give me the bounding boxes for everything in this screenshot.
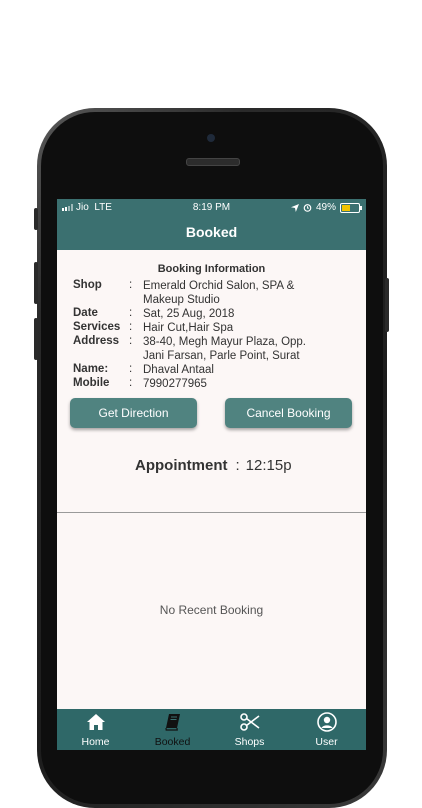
info-label: Name: [73, 363, 109, 375]
info-colon: : [129, 335, 133, 347]
tab-label: Home [81, 736, 110, 748]
booking-info-title: Booking Information [157, 263, 266, 275]
alarm-icon [303, 204, 312, 212]
info-label: Shop [73, 279, 102, 291]
user-icon [316, 712, 337, 732]
section-divider [57, 512, 366, 513]
info-colon: : [129, 363, 133, 375]
battery-icon [340, 202, 362, 213]
app-screen: Jio LTE 8:19 PM 49% Booked Booking Infor… [57, 199, 366, 750]
page-title: Booked [185, 224, 238, 240]
info-label: Address [73, 335, 120, 347]
tab-home[interactable]: Home [57, 709, 134, 750]
info-value: Sat, 25 Aug, 2018 [143, 308, 235, 320]
tab-label: Booked [154, 736, 191, 748]
info-value: Emerald Orchid Salon, SPA & Makeup Studi… [143, 280, 295, 306]
appointment-label: Appointment [135, 457, 228, 474]
empty-recent-bookings: No Recent Booking [159, 603, 264, 617]
home-icon [86, 714, 105, 730]
info-value: Dhaval Antaal [143, 364, 214, 376]
info-label: Services [73, 321, 121, 333]
tab-user[interactable]: User [288, 709, 365, 750]
tab-label: User [315, 736, 338, 748]
status-bar: Jio LTE 8:19 PM 49% [57, 199, 366, 217]
tab-shops[interactable]: Shops [211, 709, 288, 750]
earpiece-speaker [186, 158, 240, 166]
battery-percent: 49% [315, 202, 336, 213]
scissors-icon [239, 713, 259, 731]
info-value: 7990277965 [143, 378, 207, 390]
tab-booked[interactable]: Booked [134, 709, 211, 750]
cancel-booking-button[interactable]: Cancel Booking [225, 398, 352, 428]
book-icon [164, 714, 180, 731]
appointment-row: Appointment:12:15p [135, 457, 292, 474]
mute-switch-hw [34, 318, 38, 360]
volume-down-button-hw [34, 262, 38, 304]
status-right: 49% [290, 202, 362, 213]
info-colon: : [129, 307, 133, 319]
info-colon: : [129, 377, 133, 389]
info-value: 38-40, Megh Mayur Plaza, Opp. Jani Farsa… [143, 336, 306, 362]
front-camera [207, 134, 215, 142]
tab-label: Shops [234, 736, 265, 748]
volume-up-button-hw [34, 208, 38, 230]
appointment-separator: : [235, 457, 240, 474]
tab-bar: Home Booked Shops User [57, 709, 366, 750]
get-direction-button[interactable]: Get Direction [70, 398, 197, 428]
info-label: Mobile [73, 377, 110, 389]
nav-bar: Booked [57, 217, 366, 250]
location-icon [290, 203, 299, 212]
battery-fill [342, 204, 350, 211]
info-label: Date [73, 307, 98, 319]
info-colon: : [129, 321, 133, 333]
power-button-hw [385, 278, 389, 332]
info-colon: : [129, 279, 133, 291]
info-value: Hair Cut,Hair Spa [143, 322, 234, 334]
appointment-time: 12:15p [245, 457, 292, 474]
